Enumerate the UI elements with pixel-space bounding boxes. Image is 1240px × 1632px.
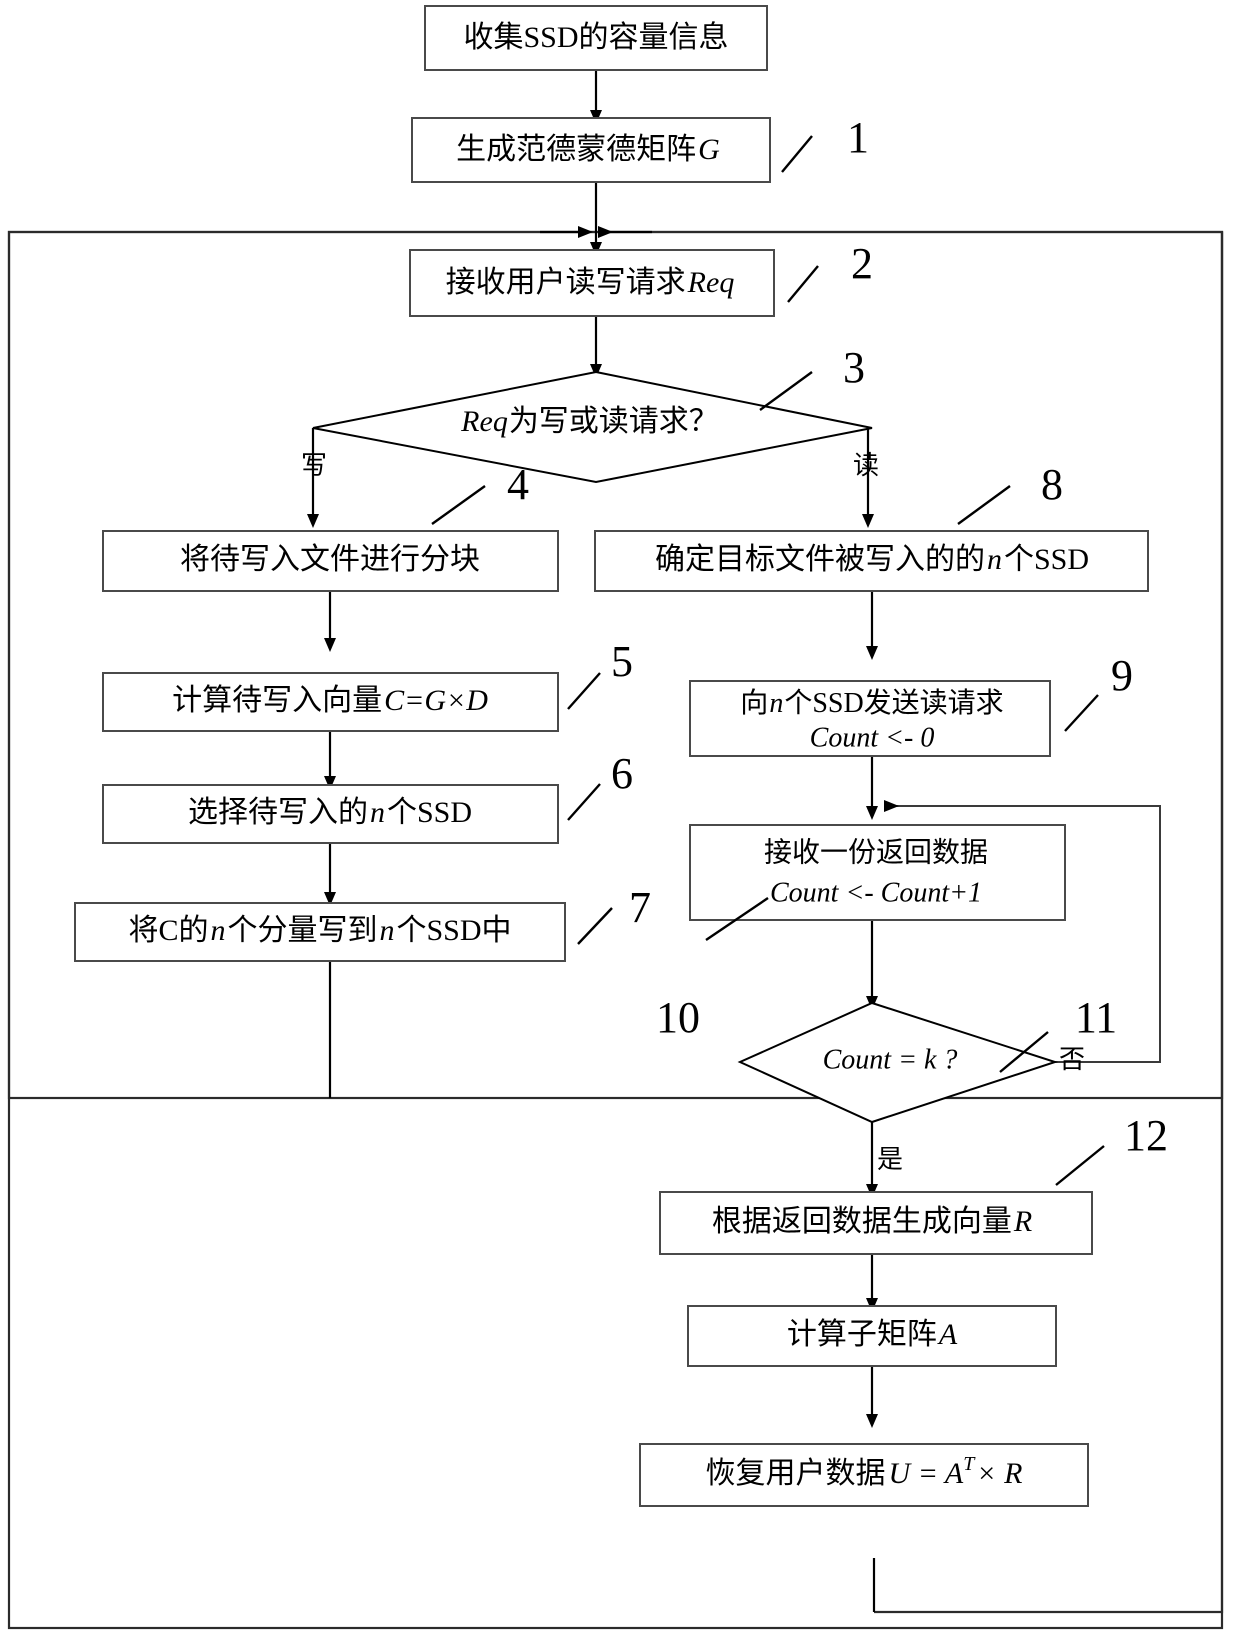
- node-send-read-requests-line1: 向n个SSD发送读请求: [740, 687, 1003, 719]
- edge-label-yes: 是: [877, 1145, 903, 1174]
- node-compute-submatrix-a-label: 计算子矩阵A: [787, 1318, 958, 1351]
- leader-tick-5: [567, 672, 601, 710]
- node-write-components-to-ssds-label: 将C的n个分量写到n个SSD中: [128, 914, 511, 947]
- node-decision-read-or-write-label: Req为写或读请求？: [460, 405, 719, 438]
- flowchart-svg: 收集SSD的容量信息 生成范德蒙德矩阵G 1 接收用户读写请求Req 2 Req…: [7, 5, 1224, 1630]
- step-number-8: 8: [1041, 460, 1063, 509]
- node-receive-one-data-copy-line2: Count <- Count+1: [770, 877, 982, 908]
- step-number-11: 11: [1075, 993, 1117, 1042]
- node-compute-write-vector-label: 计算待写入向量C=G×D: [172, 684, 488, 717]
- leader-tick-8: [957, 485, 1011, 525]
- node-receive-user-request-label: 接收用户读写请求Req: [446, 266, 735, 299]
- step-number-12: 12: [1124, 1111, 1168, 1160]
- leader-tick-4: [431, 485, 486, 525]
- global-return-path: [874, 232, 1224, 1614]
- edge-label-read: 读: [853, 451, 879, 480]
- step-number-3: 3: [843, 343, 865, 392]
- step-number-4: 4: [507, 460, 529, 509]
- leader-tick-6: [567, 783, 601, 821]
- leader-tick-12: [1055, 1145, 1105, 1186]
- node-determine-target-ssds-label: 确定目标文件被写入的的n个SSD: [655, 543, 1089, 576]
- step-number-1: 1: [847, 113, 869, 162]
- step-number-5: 5: [611, 637, 633, 686]
- step-number-2: 2: [851, 239, 873, 288]
- leader-tick-7: [577, 907, 613, 945]
- node-select-n-ssds-label: 选择待写入的n个SSD: [188, 796, 472, 829]
- leader-tick-2: [787, 265, 819, 303]
- node-split-file-into-blocks-label: 将待写入文件进行分块: [180, 543, 480, 576]
- node-generate-vector-r-label: 根据返回数据生成向量R: [712, 1205, 1032, 1238]
- edge-label-write: 写: [301, 451, 327, 480]
- edge-label-no: 否: [1059, 1045, 1085, 1074]
- step-number-10: 10: [656, 993, 700, 1042]
- step-number-9: 9: [1111, 651, 1133, 700]
- leader-tick-1: [781, 135, 813, 173]
- leader-tick-9: [1064, 694, 1099, 732]
- node-decision-count-equals-k-label: Count = k ?: [823, 1044, 958, 1075]
- node-collect-ssd-capacity-label: 收集SSD的容量信息: [463, 21, 728, 54]
- step-number-7: 7: [629, 883, 651, 932]
- node-generate-vandermonde-matrix-label: 生成范德蒙德矩阵G: [456, 133, 720, 166]
- step-number-6: 6: [611, 749, 633, 798]
- node-send-read-requests-line2: Count <- 0: [810, 722, 935, 753]
- leader-tick-3: [759, 371, 813, 411]
- flowchart-canvas: 收集SSD的容量信息 生成范德蒙德矩阵G 1 接收用户读写请求Req 2 Req…: [0, 0, 1240, 1632]
- node-receive-one-data-copy-line1: 接收一份返回数据: [764, 836, 988, 868]
